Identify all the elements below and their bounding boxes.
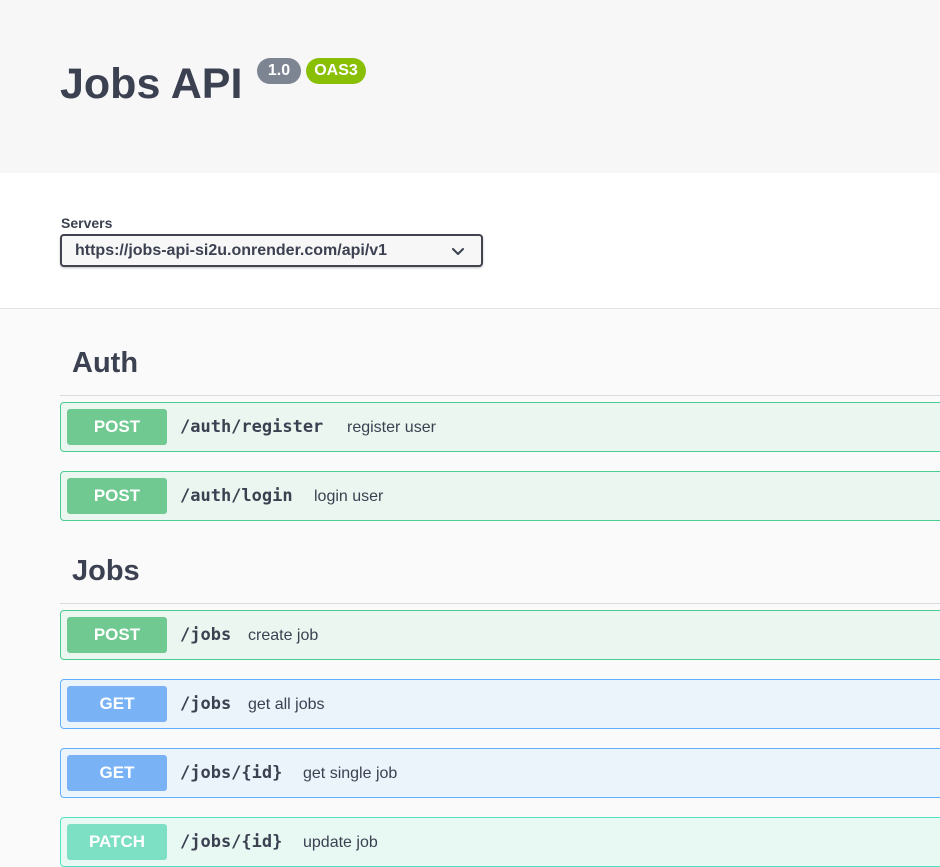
method-badge: PATCH — [67, 824, 167, 860]
operation-path: /jobs/{id} — [180, 832, 283, 852]
operation-summary: update job — [303, 834, 378, 851]
chevron-down-icon — [452, 248, 464, 255]
operation-path: /auth/register — [180, 417, 324, 437]
servers-label: Servers — [61, 215, 113, 231]
operation-summary: get single job — [303, 765, 398, 782]
server-select-value: https://jobs-api-si2u.onrender.com/api/v… — [75, 242, 388, 259]
server-select[interactable]: https://jobs-api-si2u.onrender.com/api/v… — [60, 234, 483, 267]
operation-get-job-by-id[interactable]: GET /jobs/{id} get single job — [60, 748, 940, 798]
operation-summary: register user — [347, 419, 436, 436]
version-badge: 1.0 — [257, 58, 301, 84]
operation-get-jobs[interactable]: GET /jobs get all jobs — [60, 679, 940, 729]
method-badge: POST — [67, 409, 167, 445]
method-badge: GET — [67, 686, 167, 722]
section-divider — [60, 395, 940, 396]
operation-path: /jobs — [180, 694, 232, 714]
section-divider — [60, 603, 940, 604]
page-title: Jobs API — [60, 60, 243, 108]
section-title-auth[interactable]: Auth — [72, 345, 138, 381]
oas-badge: OAS3 — [306, 58, 366, 84]
operation-summary: get all jobs — [248, 696, 325, 713]
operation-path: /jobs/{id} — [180, 763, 283, 783]
operation-path: /jobs — [180, 625, 232, 645]
operation-summary: login user — [314, 488, 384, 505]
operation-summary: create job — [248, 627, 319, 644]
operation-path: /auth/login — [180, 486, 293, 506]
operation-post-jobs[interactable]: POST /jobs create job — [60, 610, 940, 660]
method-badge: POST — [67, 478, 167, 514]
operation-post-auth-register[interactable]: POST /auth/register register user — [60, 402, 940, 452]
operation-post-auth-login[interactable]: POST /auth/login login user — [60, 471, 940, 521]
method-badge: POST — [67, 617, 167, 653]
section-title-jobs[interactable]: Jobs — [72, 553, 140, 589]
operation-patch-job-by-id[interactable]: PATCH /jobs/{id} update job — [60, 817, 940, 867]
method-badge: GET — [67, 755, 167, 791]
